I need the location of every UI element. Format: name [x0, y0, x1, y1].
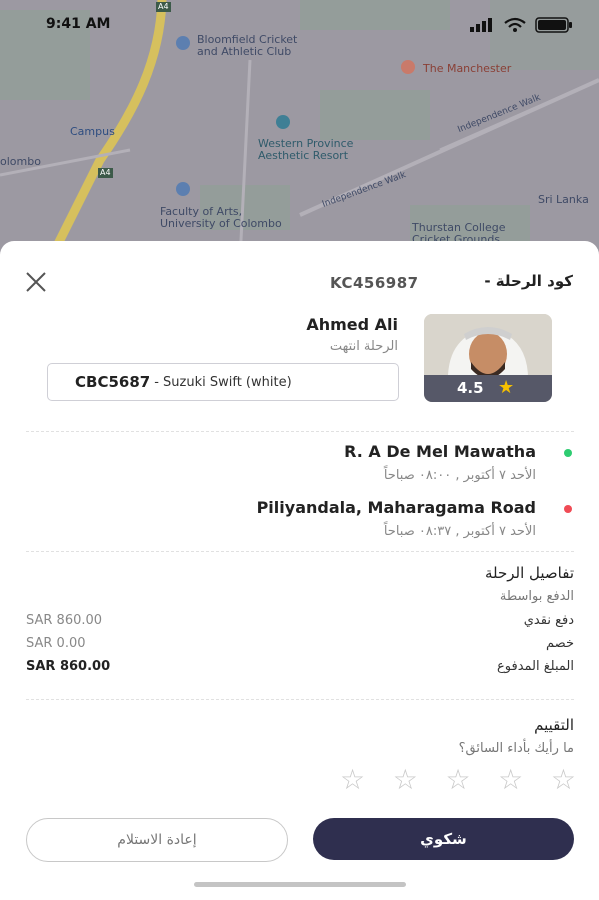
status-time: 9:41 AM [46, 16, 111, 32]
vehicle-model: - Suzuki Swift (white) [154, 374, 292, 390]
signal-icon [470, 18, 492, 32]
map-view[interactable]: Bloomfield Cricket and Athletic Club The… [0, 0, 599, 260]
map-label-bloomfield: Bloomfield Cricket and Athletic Club [197, 33, 298, 58]
dropoff-time: الأحد ٧ أكتوبر , ٠٨:٣٧ صباحاً [383, 524, 536, 539]
trip-status: الرحلة انتهت [329, 339, 398, 354]
trip-code-value: KC456987 [330, 274, 419, 292]
rating-title: التقييم [534, 716, 574, 734]
map-label-manchester: The Manchester [423, 62, 512, 75]
divider [26, 551, 574, 552]
star-outline-icon[interactable]: ☆ [340, 765, 365, 795]
payment-method-label: الدفع بواسطة [499, 589, 574, 604]
driver-name: Ahmed Ali [306, 315, 398, 334]
map-label-colombo: olombo [0, 155, 41, 168]
divider [26, 699, 574, 700]
vehicle-info: CBC5687 - Suzuki Swift (white) [47, 363, 399, 401]
map-label-sri-lanka: Sri Lanka [538, 193, 589, 206]
driver-avatar: 4.5 ★ [424, 314, 552, 402]
driver-rating-value: 4.5 [457, 379, 484, 397]
discount-value: SAR 0.00 [26, 636, 86, 651]
wifi-icon [504, 17, 526, 32]
cash-payment-label: دفع نقدي [523, 613, 574, 628]
discount-label: خصم [546, 636, 574, 651]
dropoff-dot-icon [564, 505, 572, 513]
amount-paid-value: SAR 860.00 [26, 659, 111, 674]
star-outline-icon[interactable]: ☆ [445, 765, 470, 795]
battery-icon [535, 17, 572, 33]
dropoff-location: Piliyandala, Maharagama Road [256, 498, 536, 517]
pickup-location: R. A De Mel Mawatha [344, 442, 536, 461]
vehicle-plate: CBC5687 [75, 373, 151, 391]
map-label-western-province: Western Province Aesthetic Resort [258, 137, 354, 162]
star-filled-icon: ★ [498, 377, 515, 398]
rating-stars: ☆ ☆ ☆ ☆ ☆ [340, 765, 576, 795]
home-indicator [194, 882, 406, 887]
close-icon[interactable] [25, 271, 47, 293]
map-road-sign-a4-2: A4 [98, 168, 113, 178]
star-outline-icon[interactable]: ☆ [498, 765, 523, 795]
divider [26, 431, 574, 432]
map-label-faculty-arts: Faculty of Arts, University of Colombo [160, 205, 282, 230]
status-bar: 9:41 AM [0, 14, 599, 36]
reorder-button[interactable]: إعادة الاستلام [26, 818, 288, 862]
trip-details-title: تفاصيل الرحلة [484, 564, 574, 582]
cash-payment-value: SAR 860.00 [26, 613, 103, 628]
star-outline-icon[interactable]: ☆ [551, 765, 576, 795]
complaint-button[interactable]: شكوي [313, 818, 574, 860]
trip-code-label: كود الرحلة - [484, 272, 573, 290]
pickup-time: الأحد ٧ أكتوبر , ٠٨:٠٠ صباحاً [383, 468, 536, 483]
map-label-campus: Campus [70, 125, 115, 138]
trip-details-sheet: KC456987 كود الرحلة - 4.5 ★ Ahmed Ali ال… [0, 241, 599, 900]
amount-paid-label: المبلغ المدفوع [497, 659, 574, 674]
star-outline-icon[interactable]: ☆ [393, 765, 418, 795]
map-road-sign-a4: A4 [156, 2, 171, 12]
pickup-dot-icon [564, 449, 572, 457]
driver-rating: 4.5 ★ [424, 375, 552, 402]
rating-question: ما رأيك بأداء السائق؟ [458, 741, 574, 756]
